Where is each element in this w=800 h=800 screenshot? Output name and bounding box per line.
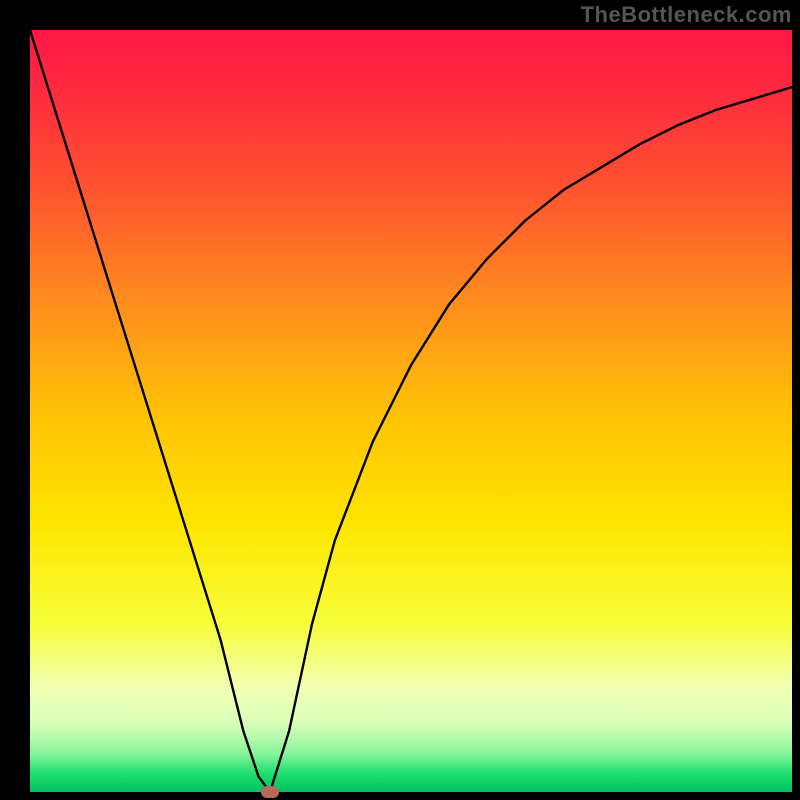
optimal-point-marker	[261, 786, 279, 798]
chart-frame: TheBottleneck.com	[0, 0, 800, 800]
bottleneck-chart	[0, 0, 800, 800]
plot-background	[30, 30, 792, 792]
watermark-text: TheBottleneck.com	[581, 2, 792, 28]
